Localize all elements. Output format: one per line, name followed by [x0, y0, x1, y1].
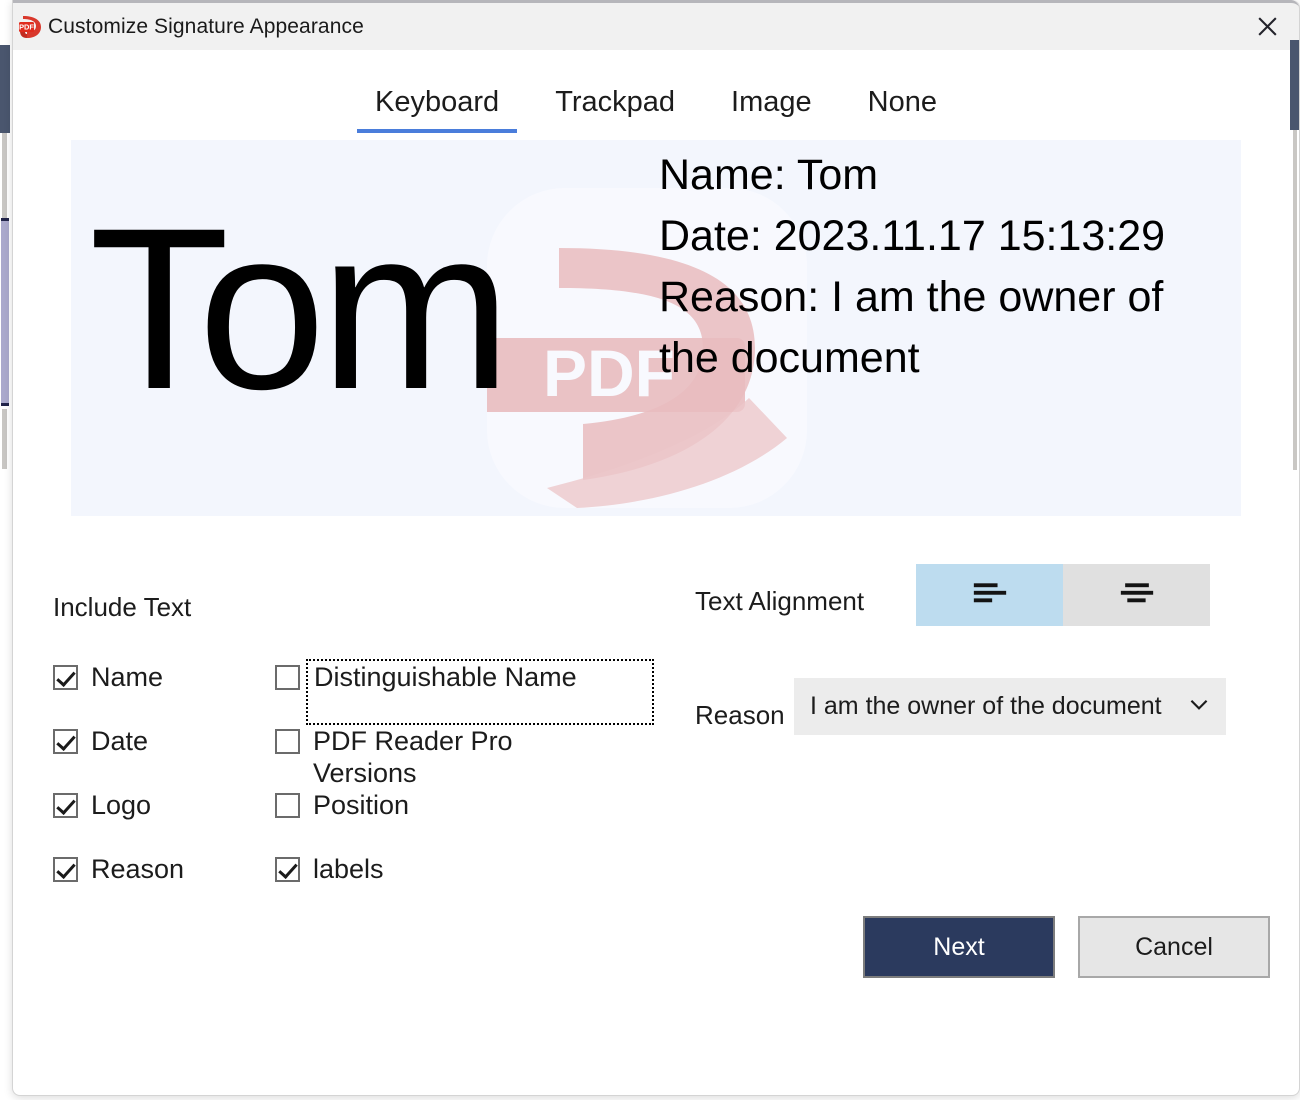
background-lavender-band: [1, 218, 9, 406]
cancel-button-label: Cancel: [1135, 932, 1213, 961]
checkbox-distinguishable-name-box[interactable]: [275, 665, 300, 690]
checkbox-reason-box[interactable]: [53, 857, 78, 882]
checkbox-logo[interactable]: Logo: [53, 789, 151, 821]
background-right-gray-band: [1293, 130, 1297, 470]
checkbox-logo-label: Logo: [91, 790, 152, 820]
checkbox-pdf-reader-pro-versions-label: PDF Reader Pro Versions: [313, 726, 513, 788]
align-left-icon: [968, 579, 1012, 612]
checkbox-labels-box[interactable]: [275, 857, 300, 882]
background-gray-band-2: [2, 409, 7, 469]
text-alignment-label: Text Alignment: [695, 586, 865, 616]
signature-options-form: Include Text Name Date Logo Reason Disti…: [13, 564, 1299, 1084]
checkbox-logo-box[interactable]: [53, 793, 78, 818]
text-alignment-group: [916, 564, 1210, 626]
cancel-button[interactable]: Cancel: [1078, 916, 1270, 978]
checkbox-position-box[interactable]: [275, 793, 300, 818]
checkbox-name-box[interactable]: [53, 665, 78, 690]
next-button[interactable]: Next: [863, 916, 1055, 978]
tab-keyboard-label: Keyboard: [375, 86, 500, 118]
checkbox-name[interactable]: Name: [53, 661, 163, 693]
signature-preview-panel: PDF Tom Name: Tom Date: 2023.11.17 15:13…: [71, 140, 1241, 516]
include-text-heading: Include Text: [53, 592, 192, 622]
tab-trackpad[interactable]: Trackpad: [527, 86, 703, 133]
pdf-document-icon: PDF: [18, 14, 44, 40]
align-center-icon: [1115, 579, 1159, 612]
tab-keyboard[interactable]: Keyboard: [347, 86, 527, 133]
signature-mode-tabs: Keyboard Trackpad Image None: [13, 50, 1299, 133]
background-right-navy-band: [1290, 40, 1299, 130]
preview-line-date: Date: 2023.11.17 15:13:29: [659, 212, 1166, 260]
checkbox-pdf-reader-pro-versions-box[interactable]: [275, 729, 300, 754]
checkbox-position[interactable]: Position: [275, 789, 409, 821]
tab-image-label: Image: [731, 86, 812, 118]
preview-line-reason: Reason: I am the owner of the document: [659, 273, 1164, 382]
checkbox-date-box[interactable]: [53, 729, 78, 754]
checkbox-labels-label: labels: [313, 854, 384, 884]
checkbox-distinguishable-name[interactable]: Distinguishable Name: [275, 659, 654, 725]
background-gray-band: [2, 133, 7, 218]
checkbox-name-label: Name: [91, 662, 164, 692]
dialog-action-buttons: Next Cancel: [863, 916, 1270, 978]
window-title: Customize Signature Appearance: [48, 14, 364, 38]
checkbox-labels[interactable]: labels: [275, 853, 384, 885]
checkbox-reason-label: Reason: [91, 854, 185, 884]
align-center-button[interactable]: [1063, 564, 1210, 626]
tab-image[interactable]: Image: [703, 86, 840, 133]
align-left-button[interactable]: [916, 564, 1063, 626]
checkbox-date[interactable]: Date: [53, 725, 148, 757]
tab-none-label: None: [867, 86, 937, 118]
background-navy-band: [0, 45, 10, 133]
checkbox-reason[interactable]: Reason: [53, 853, 184, 885]
svg-text:PDF: PDF: [19, 22, 34, 31]
reason-dropdown[interactable]: I am the owner of the document: [794, 678, 1226, 735]
preview-line-name: Name: Tom: [659, 151, 879, 199]
title-bar: PDF Customize Signature Appearance: [13, 0, 1299, 50]
signature-preview-name: Tom: [89, 180, 512, 437]
tab-none[interactable]: None: [840, 86, 965, 133]
reason-dropdown-value: I am the owner of the document: [810, 692, 1162, 720]
customize-signature-dialog: PDF Customize Signature Appearance Keybo…: [12, 0, 1300, 1096]
checkbox-position-label: Position: [313, 790, 410, 820]
checkbox-date-label: Date: [91, 726, 149, 756]
next-button-label: Next: [933, 932, 985, 961]
checkbox-distinguishable-name-label: Distinguishable Name: [306, 659, 654, 725]
checkbox-pdf-reader-pro-versions[interactable]: PDF Reader Pro Versions: [275, 725, 513, 789]
tab-trackpad-label: Trackpad: [555, 86, 676, 118]
svg-text:PDF: PDF: [543, 336, 675, 410]
signature-preview-fields: Name: Tom Date: 2023.11.17 15:13:29 Reas…: [659, 145, 1235, 389]
chevron-down-icon: [1186, 691, 1212, 722]
reason-label: Reason: [695, 700, 785, 730]
